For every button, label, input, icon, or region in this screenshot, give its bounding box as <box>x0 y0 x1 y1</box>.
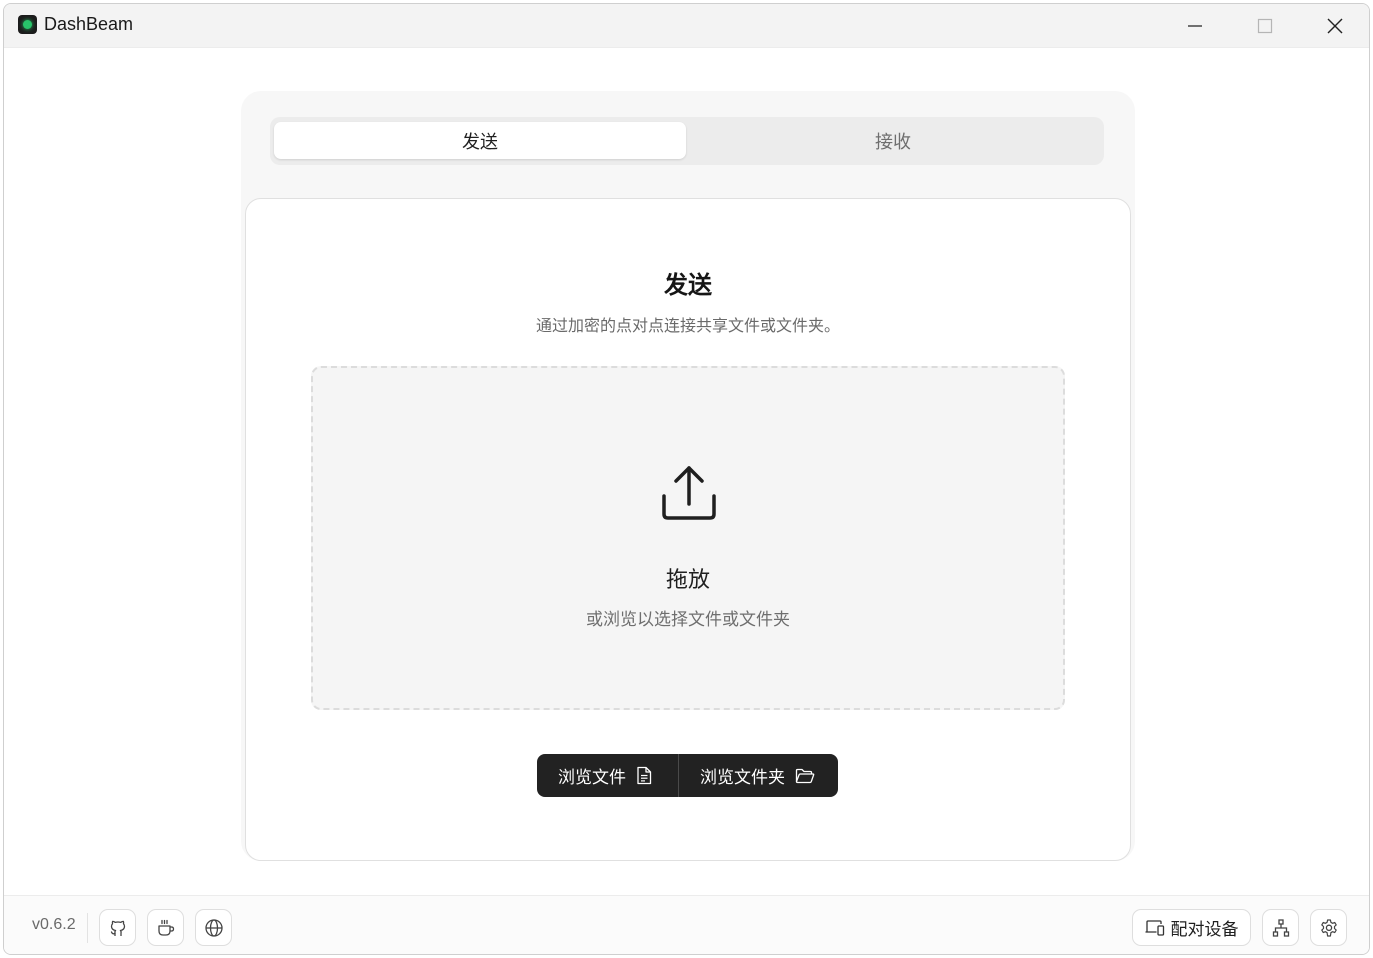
send-subtitle: 通过加密的点对点连接共享文件或文件夹。 <box>535 316 840 335</box>
globe-icon <box>204 918 223 937</box>
network-button[interactable] <box>1262 909 1299 946</box>
github-icon <box>110 920 125 936</box>
maximize-icon <box>1257 18 1273 34</box>
send-card: 发送 通过加密的点对点连接共享文件或文件夹。 拖放 或浏览以选择文件或文件夹 浏… <box>245 198 1131 861</box>
mode-tabs: 发送 接收 <box>270 117 1104 165</box>
file-dropzone[interactable]: 拖放 或浏览以选择文件或文件夹 <box>311 366 1065 710</box>
coffee-button[interactable] <box>147 909 184 946</box>
footer-divider <box>87 913 88 943</box>
browse-files-label: 浏览文件 <box>558 768 626 788</box>
app-logo-icon <box>18 15 37 34</box>
version-label: v0.6.2 <box>32 916 76 933</box>
send-title: 发送 <box>664 271 712 299</box>
settings-icon <box>1320 918 1337 937</box>
close-icon <box>1327 18 1343 34</box>
browse-folder-button[interactable]: 浏览文件夹 <box>678 754 838 797</box>
tab-send[interactable]: 发送 <box>274 122 686 159</box>
title-bar: DashBeam <box>4 4 1369 48</box>
pair-device-label: 配对设备 <box>1170 920 1239 940</box>
tab-receive[interactable]: 接收 <box>687 122 1099 159</box>
main-panel: 发送 接收 发送 通过加密的点对点连接共享文件或文件夹。 拖放 或浏览以选择文件… <box>241 91 1135 861</box>
minimize-icon <box>1188 25 1202 27</box>
upload-icon <box>662 466 716 520</box>
dropzone-subtitle: 或浏览以选择文件或文件夹 <box>586 610 790 630</box>
dropzone-title: 拖放 <box>665 568 710 593</box>
file-icon <box>637 766 652 785</box>
window-title: DashBeam <box>44 14 134 34</box>
maximize-button[interactable] <box>1230 4 1300 48</box>
coffee-icon <box>157 919 174 936</box>
github-button[interactable] <box>99 909 136 946</box>
network-icon <box>1272 918 1289 937</box>
app-window: DashBeam 发送 接收 发送 通过加密的点对点连接共享文件或文件夹。 拖放… <box>3 3 1370 955</box>
folder-open-icon <box>795 768 815 783</box>
pair-device-button[interactable]: 配对设备 <box>1132 909 1251 946</box>
browse-button-group: 浏览文件 浏览文件夹 <box>537 754 838 797</box>
website-button[interactable] <box>195 909 232 946</box>
footer-bar: v0.6.2 配对设备 <box>4 895 1369 954</box>
minimize-button[interactable] <box>1160 4 1230 48</box>
devices-icon <box>1144 919 1164 936</box>
browse-files-button[interactable]: 浏览文件 <box>537 754 678 797</box>
settings-button[interactable] <box>1310 909 1347 946</box>
browse-folder-label: 浏览文件夹 <box>700 768 785 788</box>
close-button[interactable] <box>1300 4 1369 48</box>
